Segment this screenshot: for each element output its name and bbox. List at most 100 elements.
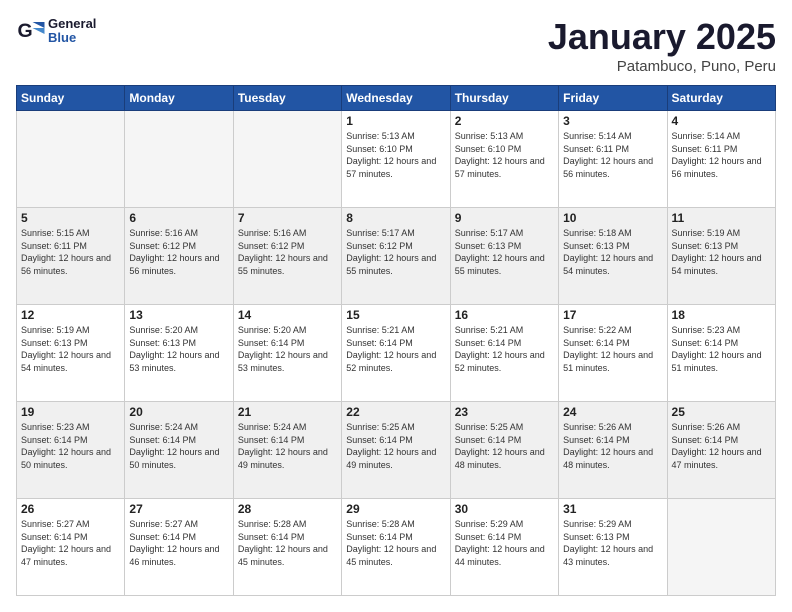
- day-info: Sunrise: 5:13 AMSunset: 6:10 PMDaylight:…: [346, 130, 445, 180]
- calendar-day: 21 Sunrise: 5:24 AMSunset: 6:14 PMDayligh…: [233, 402, 341, 499]
- logo-blue: Blue: [48, 30, 76, 45]
- calendar-day: 11Sunrise: 5:19 AMSunset: 6:13 PMDayligh…: [667, 208, 775, 305]
- svg-text:G: G: [18, 20, 33, 42]
- day-info: Sunrise: 5:21 AMSunset: 6:14 PMDaylight:…: [346, 324, 445, 374]
- calendar-day: 9Sunrise: 5:17 AMSunset: 6:13 PMDaylight…: [450, 208, 558, 305]
- calendar-day: 22 Sunrise: 5:25 AMSunset: 6:14 PMDayligh…: [342, 402, 450, 499]
- calendar-week-5: 26Sunrise: 5:27 AMSunset: 6:14 PMDayligh…: [17, 499, 776, 596]
- day-info: Sunrise: 5:29 AMSunset: 6:14 PMDaylight:…: [455, 518, 554, 568]
- day-number: 7: [238, 211, 337, 225]
- weekday-header-friday: Friday: [559, 86, 667, 111]
- calendar-day: 6Sunrise: 5:16 AMSunset: 6:12 PMDaylight…: [125, 208, 233, 305]
- day-number: 4: [672, 114, 771, 128]
- logo-general: General: [48, 16, 96, 31]
- calendar-day: 3Sunrise: 5:14 AMSunset: 6:11 PMDaylight…: [559, 111, 667, 208]
- calendar-day: 31 Sunrise: 5:29 AMSunset: 6:13 PMDayligh…: [559, 499, 667, 596]
- day-number: 19: [21, 405, 120, 419]
- day-info: Sunrise: 5:24 AMSunset: 6:14 PMDaylight:…: [129, 421, 228, 471]
- calendar-day: 8Sunrise: 5:17 AMSunset: 6:12 PMDaylight…: [342, 208, 450, 305]
- day-info: Sunrise: 5:13 AMSunset: 6:10 PMDaylight:…: [455, 130, 554, 180]
- day-info: Sunrise: 5:16 AMSunset: 6:12 PMDaylight:…: [129, 227, 228, 277]
- weekday-header-sunday: Sunday: [17, 86, 125, 111]
- calendar-day: 26Sunrise: 5:27 AMSunset: 6:14 PMDayligh…: [17, 499, 125, 596]
- calendar-day: 20 Sunrise: 5:24 AMSunset: 6:14 PMDayligh…: [125, 402, 233, 499]
- calendar-day: 17 Sunrise: 5:22 AMSunset: 6:14 PMDayligh…: [559, 305, 667, 402]
- calendar: SundayMondayTuesdayWednesdayThursdayFrid…: [16, 85, 776, 596]
- day-number: 21: [238, 405, 337, 419]
- day-info: Sunrise: 5:28 AMSunset: 6:14 PMDaylight:…: [238, 518, 337, 568]
- day-number: 22: [346, 405, 445, 419]
- calendar-day: 19 Sunrise: 5:23 AMSunset: 6:14 PMDayligh…: [17, 402, 125, 499]
- day-info: Sunrise: 5:25 AMSunset: 6:14 PMDaylight:…: [346, 421, 445, 471]
- day-number: 31: [563, 502, 662, 516]
- day-info: Sunrise: 5:19 AMSunset: 6:13 PMDaylight:…: [21, 324, 120, 374]
- day-number: 25: [672, 405, 771, 419]
- day-number: 23: [455, 405, 554, 419]
- day-info: Sunrise: 5:22 AMSunset: 6:14 PMDaylight:…: [563, 324, 662, 374]
- title-section: January 2025 Patambuco, Puno, Peru: [548, 16, 776, 75]
- day-number: 2: [455, 114, 554, 128]
- page: G General Blue January 2025 Patambuco, P…: [0, 0, 792, 612]
- weekday-header-saturday: Saturday: [667, 86, 775, 111]
- calendar-day: 13Sunrise: 5:20 AMSunset: 6:13 PMDayligh…: [125, 305, 233, 402]
- logo: G General Blue: [16, 16, 96, 46]
- day-info: Sunrise: 5:21 AMSunset: 6:14 PMDaylight:…: [455, 324, 554, 374]
- day-number: 18: [672, 308, 771, 322]
- day-number: 10: [563, 211, 662, 225]
- day-info: Sunrise: 5:20 AMSunset: 6:13 PMDaylight:…: [129, 324, 228, 374]
- calendar-day: 15Sunrise: 5:21 AMSunset: 6:14 PMDayligh…: [342, 305, 450, 402]
- day-number: 27: [129, 502, 228, 516]
- location: Patambuco, Puno, Peru: [548, 58, 776, 75]
- calendar-day: 4 Sunrise: 5:14 AMSunset: 6:11 PMDaylight…: [667, 111, 775, 208]
- calendar-day: 25Sunrise: 5:26 AMSunset: 6:14 PMDayligh…: [667, 402, 775, 499]
- day-number: 24: [563, 405, 662, 419]
- day-number: 8: [346, 211, 445, 225]
- weekday-header-wednesday: Wednesday: [342, 86, 450, 111]
- day-info: Sunrise: 5:23 AMSunset: 6:14 PMDaylight:…: [21, 421, 120, 471]
- day-number: 28: [238, 502, 337, 516]
- calendar-week-3: 12 Sunrise: 5:19 AMSunset: 6:13 PMDayligh…: [17, 305, 776, 402]
- calendar-day: 2 Sunrise: 5:13 AMSunset: 6:10 PMDaylight…: [450, 111, 558, 208]
- logo-icon: G: [16, 16, 46, 46]
- weekday-header-thursday: Thursday: [450, 86, 558, 111]
- day-info: Sunrise: 5:24 AMSunset: 6:14 PMDaylight:…: [238, 421, 337, 471]
- calendar-day: 18 Sunrise: 5:23 AMSunset: 6:14 PMDayligh…: [667, 305, 775, 402]
- calendar-day: 29 Sunrise: 5:28 AMSunset: 6:14 PMDayligh…: [342, 499, 450, 596]
- day-number: 20: [129, 405, 228, 419]
- calendar-day: 23Sunrise: 5:25 AMSunset: 6:14 PMDayligh…: [450, 402, 558, 499]
- day-info: Sunrise: 5:17 AMSunset: 6:13 PMDaylight:…: [455, 227, 554, 277]
- weekday-header-monday: Monday: [125, 86, 233, 111]
- calendar-day: 28 Sunrise: 5:28 AMSunset: 6:14 PMDayligh…: [233, 499, 341, 596]
- day-number: 14: [238, 308, 337, 322]
- calendar-day: 27Sunrise: 5:27 AMSunset: 6:14 PMDayligh…: [125, 499, 233, 596]
- day-info: Sunrise: 5:27 AMSunset: 6:14 PMDaylight:…: [21, 518, 120, 568]
- calendar-day: 7 Sunrise: 5:16 AMSunset: 6:12 PMDaylight…: [233, 208, 341, 305]
- calendar-header-row: SundayMondayTuesdayWednesdayThursdayFrid…: [17, 86, 776, 111]
- day-number: 1: [346, 114, 445, 128]
- day-info: Sunrise: 5:18 AMSunset: 6:13 PMDaylight:…: [563, 227, 662, 277]
- day-info: Sunrise: 5:23 AMSunset: 6:14 PMDaylight:…: [672, 324, 771, 374]
- calendar-day: [17, 111, 125, 208]
- calendar-day: [125, 111, 233, 208]
- calendar-day: 1 Sunrise: 5:13 AMSunset: 6:10 PMDaylight…: [342, 111, 450, 208]
- day-number: 11: [672, 211, 771, 225]
- day-number: 5: [21, 211, 120, 225]
- calendar-day: 10 Sunrise: 5:18 AMSunset: 6:13 PMDayligh…: [559, 208, 667, 305]
- day-info: Sunrise: 5:26 AMSunset: 6:14 PMDaylight:…: [563, 421, 662, 471]
- logo-text: General Blue: [48, 17, 96, 46]
- day-info: Sunrise: 5:14 AMSunset: 6:11 PMDaylight:…: [563, 130, 662, 180]
- calendar-week-2: 5Sunrise: 5:15 AMSunset: 6:11 PMDaylight…: [17, 208, 776, 305]
- calendar-week-1: 1 Sunrise: 5:13 AMSunset: 6:10 PMDaylight…: [17, 111, 776, 208]
- calendar-day: 14Sunrise: 5:20 AMSunset: 6:14 PMDayligh…: [233, 305, 341, 402]
- day-info: Sunrise: 5:16 AMSunset: 6:12 PMDaylight:…: [238, 227, 337, 277]
- day-number: 12: [21, 308, 120, 322]
- month-title: January 2025: [548, 16, 776, 58]
- day-info: Sunrise: 5:28 AMSunset: 6:14 PMDaylight:…: [346, 518, 445, 568]
- day-number: 17: [563, 308, 662, 322]
- calendar-day: 30Sunrise: 5:29 AMSunset: 6:14 PMDayligh…: [450, 499, 558, 596]
- day-info: Sunrise: 5:14 AMSunset: 6:11 PMDaylight:…: [672, 130, 771, 180]
- day-info: Sunrise: 5:29 AMSunset: 6:13 PMDaylight:…: [563, 518, 662, 568]
- day-number: 29: [346, 502, 445, 516]
- calendar-day: 5Sunrise: 5:15 AMSunset: 6:11 PMDaylight…: [17, 208, 125, 305]
- calendar-day: 12 Sunrise: 5:19 AMSunset: 6:13 PMDayligh…: [17, 305, 125, 402]
